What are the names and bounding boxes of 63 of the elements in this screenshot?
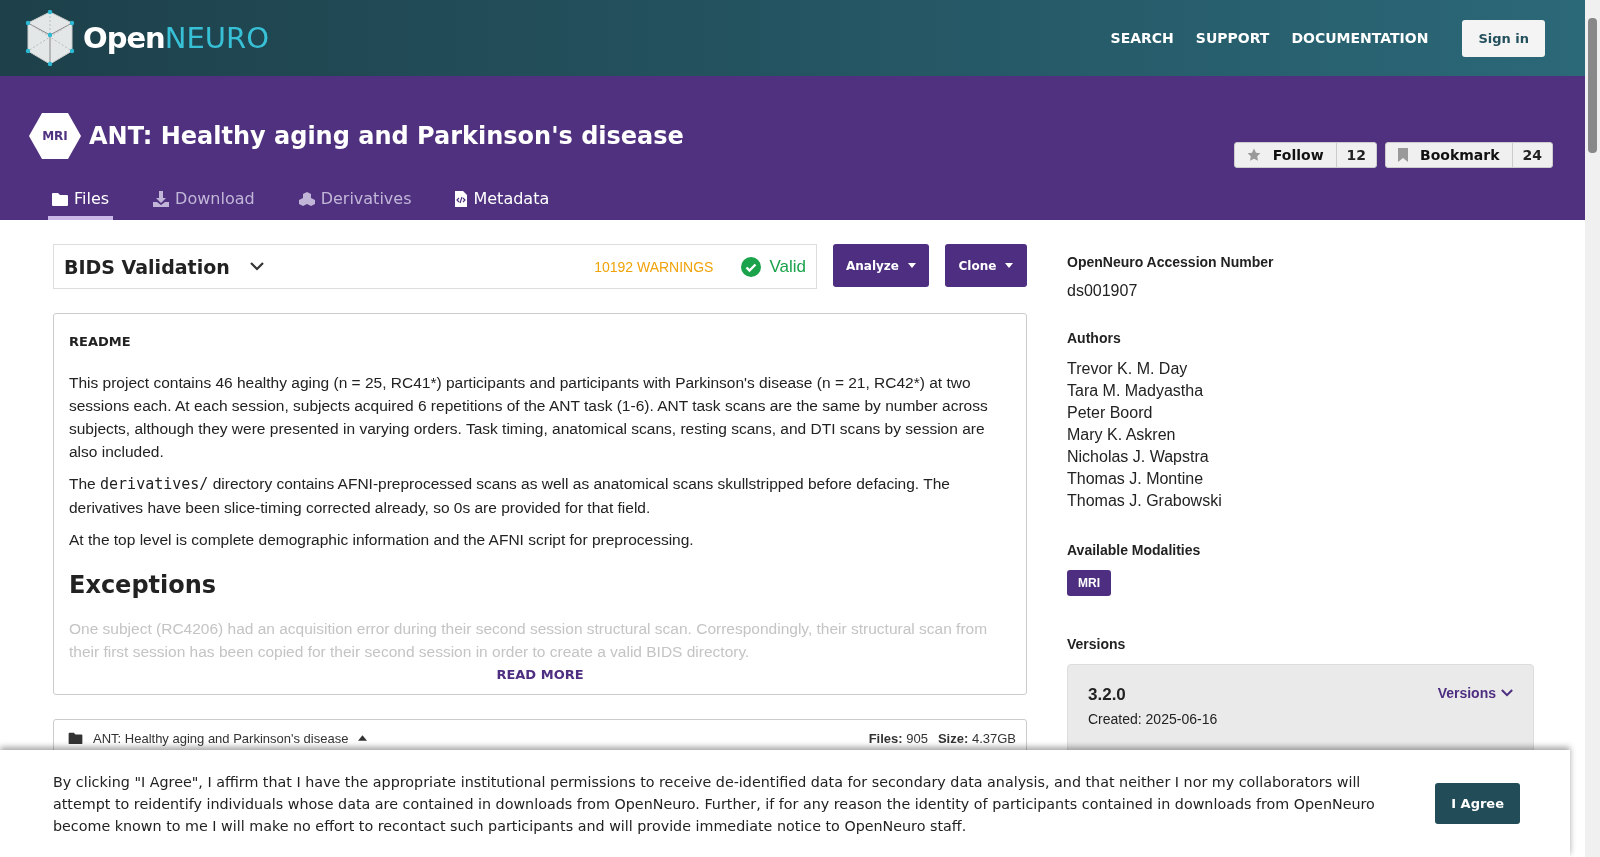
nav-link[interactable]: SEARCH bbox=[1110, 30, 1174, 46]
modality-badge: MRI bbox=[29, 113, 81, 159]
sign-in-button[interactable]: Sign in bbox=[1462, 19, 1545, 57]
read-more-link[interactable]: READ MORE bbox=[496, 667, 584, 682]
paragraph: At the top level is complete demographic information and the AFNI script for preprocessing. bbox=[69, 530, 695, 550]
validation-title: BIDS Validation bbox=[64, 255, 230, 278]
warnings-count: 10192 WARNINGS bbox=[594, 258, 714, 275]
scroll-thumb[interactable] bbox=[1588, 18, 1597, 153]
paragraph: This project contains 46 healthy aging (n = 25, RC41*) participants and participants with Parkinson's disease (n = 21, RC42*) at two sessions each. At each session, subjects acquired 6 repetitions of the ANT task (1-6). ANT task scans are the same by number across subjects, although they were presented in varying orders. Task timing, anatomical scans, resting scans, and DTI scans by session are also included. bbox=[69, 373, 989, 462]
logo-text[interactable]: OpenNEURO bbox=[83, 21, 269, 55]
file-code-icon bbox=[455, 190, 468, 207]
readme-heading: README bbox=[69, 334, 132, 349]
created-date: Created: 2025-06-16 bbox=[1088, 711, 1218, 727]
accession-number: ds001907 bbox=[1067, 282, 1139, 300]
cube-logo-icon bbox=[25, 10, 75, 66]
chevron-down-icon bbox=[1501, 689, 1513, 697]
bookmark-icon bbox=[1398, 148, 1409, 162]
star-icon bbox=[1246, 148, 1261, 162]
paragraph: The derivatives/ directory contains AFNI-preprocessed scans as well as anatomical scans skullstripped before defacing. The derivatives have been slice-timing corrected already, so 0s are provided for that field. bbox=[69, 474, 951, 518]
tab[interactable]: Files bbox=[48, 185, 114, 220]
author-name: Peter Boord bbox=[1067, 403, 1154, 423]
author-name: Tara M. Madyastha bbox=[1067, 381, 1205, 401]
follow-button[interactable]: Follow bbox=[1234, 143, 1336, 167]
count-label: 12 bbox=[1335, 143, 1377, 167]
tab[interactable]: Metadata bbox=[451, 185, 554, 220]
author-name: Trevor K. M. Day bbox=[1067, 359, 1189, 379]
modality-tag: MRI bbox=[1067, 570, 1111, 596]
author-name: Thomas J. Grabowski bbox=[1067, 491, 1223, 511]
section-heading: OpenNeuro Accession Number bbox=[1067, 254, 1275, 270]
dropdown-button[interactable]: Clone bbox=[945, 244, 1027, 287]
folder-icon bbox=[52, 191, 68, 206]
check-circle-icon bbox=[741, 256, 762, 277]
files-count: Files: 905 bbox=[868, 730, 928, 746]
size-label: Size: 4.37GB bbox=[937, 730, 1016, 746]
section-heading: Versions bbox=[1067, 636, 1127, 652]
dataset-title: ANT: Healthy aging and Parkinson's disease bbox=[89, 122, 684, 150]
author-name: Nicholas J. Wapstra bbox=[1067, 447, 1210, 467]
author-name: Thomas J. Montine bbox=[1067, 469, 1205, 489]
caret-up-icon bbox=[358, 735, 368, 741]
nav-link[interactable]: DOCUMENTATION bbox=[1291, 30, 1429, 46]
dropdown-button[interactable]: Analyze bbox=[833, 244, 929, 287]
section-heading: Authors bbox=[1067, 330, 1122, 346]
cubes-icon bbox=[298, 191, 315, 206]
faded-paragraph: One subject (RC4206) had an acquisition error during their second session structural scan. Correspondingly, their structural scan from their first session has been copied for their second session in order to create a valid BIDS directory. bbox=[69, 619, 989, 662]
consent-text: By clicking "I Agree", I affirm that I have the appropriate institutional permissions to receive de-identified data for secondary data analysis, and that neither I nor my collaborators will attempt to reidentify individuals whose data are contained in downloads from OpenNeuro. Further, if for any reason the identity of participants contained in downloads from OpenNeuro become known to me I will make no effort to recontact such participants and will provide immediate notice to OpenNeuro staff. bbox=[53, 772, 1376, 836]
folder-icon bbox=[68, 732, 83, 744]
author-name: Mary K. Askren bbox=[1067, 425, 1177, 445]
nav-link[interactable]: SUPPORT bbox=[1195, 30, 1270, 46]
section-heading: Available Modalities bbox=[1067, 542, 1202, 558]
version-number: 3.2.0 bbox=[1088, 685, 1127, 705]
chevron-down-icon bbox=[249, 262, 264, 271]
validation-status: Valid bbox=[741, 256, 806, 277]
count-label: 24 bbox=[1511, 143, 1552, 167]
folder-name: ANT: Healthy aging and Parkinson's disease bbox=[93, 730, 349, 746]
caret-icon bbox=[1005, 263, 1014, 268]
download-icon bbox=[153, 190, 170, 207]
scrollbar[interactable] bbox=[1585, 0, 1600, 857]
caret-icon bbox=[908, 263, 916, 268]
bookmark-button[interactable]: Bookmark bbox=[1386, 143, 1512, 167]
versions-dropdown[interactable]: Versions bbox=[1437, 685, 1513, 701]
agree-button[interactable]: I Agree bbox=[1435, 783, 1520, 824]
section-heading: Exceptions bbox=[69, 571, 218, 599]
validation-bar[interactable]: BIDS Validation 10192 WARNINGS Valid bbox=[53, 244, 817, 289]
